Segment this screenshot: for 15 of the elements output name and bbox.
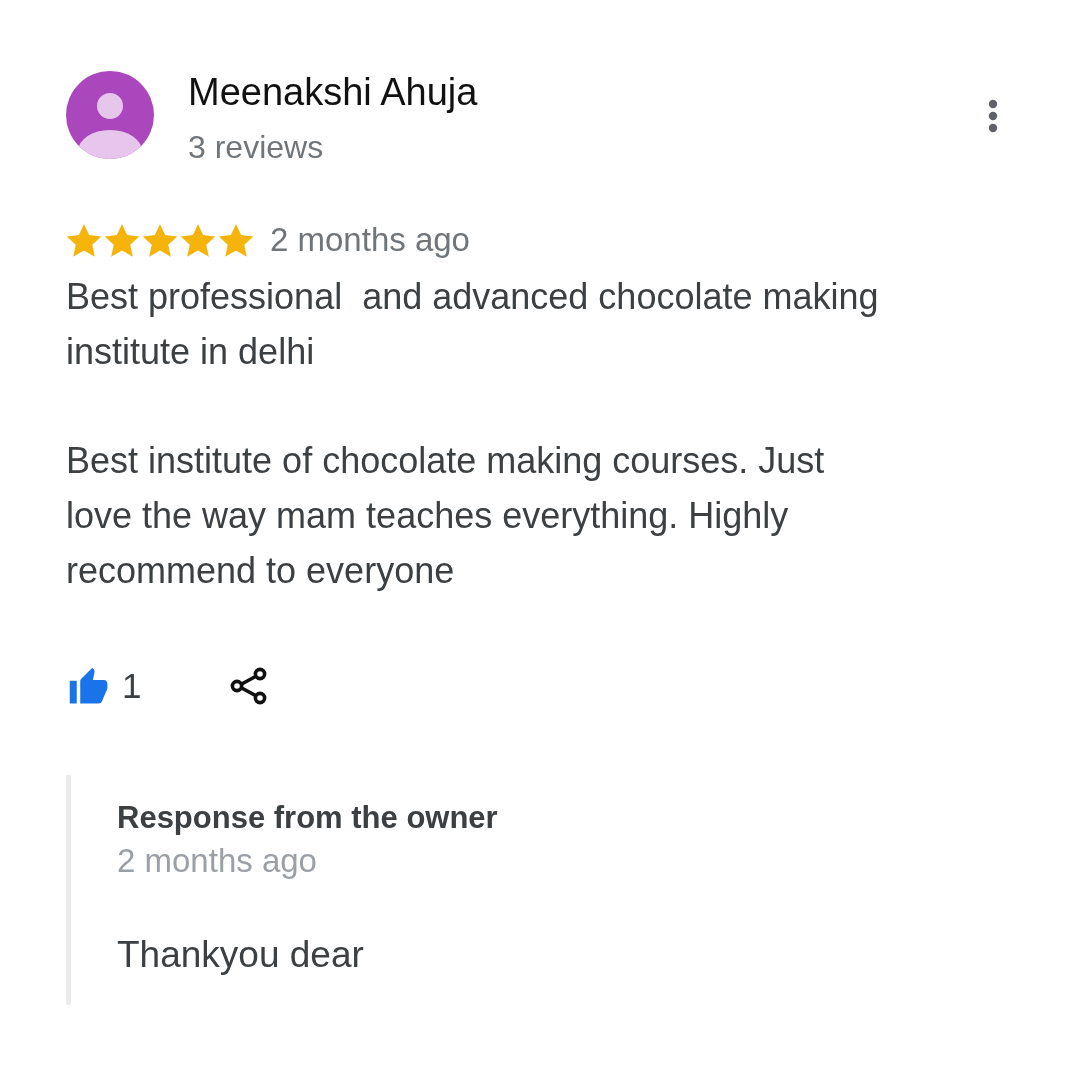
star-icon	[180, 222, 216, 258]
like-button[interactable]: 1	[66, 664, 142, 707]
star-icon	[104, 222, 140, 258]
reviewer-name[interactable]: Meenakshi Ahuja	[188, 71, 478, 113]
star-icon	[66, 222, 102, 258]
avatar-icon	[66, 71, 154, 159]
review-count: 3 reviews	[188, 129, 325, 165]
star-icon	[218, 222, 254, 258]
response-text: Thankyou dear	[117, 932, 365, 977]
response-title: Response from the owner	[117, 799, 498, 836]
menu-icon[interactable]	[988, 99, 998, 133]
review-time: 2 months ago	[270, 221, 470, 259]
star-icon	[142, 222, 178, 258]
review-text: Best professional and advanced chocolate making institute in delhi Best institute of chocolate making courses. Just love the way mam teaches everything. Highly recommend to everyone	[66, 275, 880, 593]
response-time: 2 months ago	[117, 842, 318, 879]
